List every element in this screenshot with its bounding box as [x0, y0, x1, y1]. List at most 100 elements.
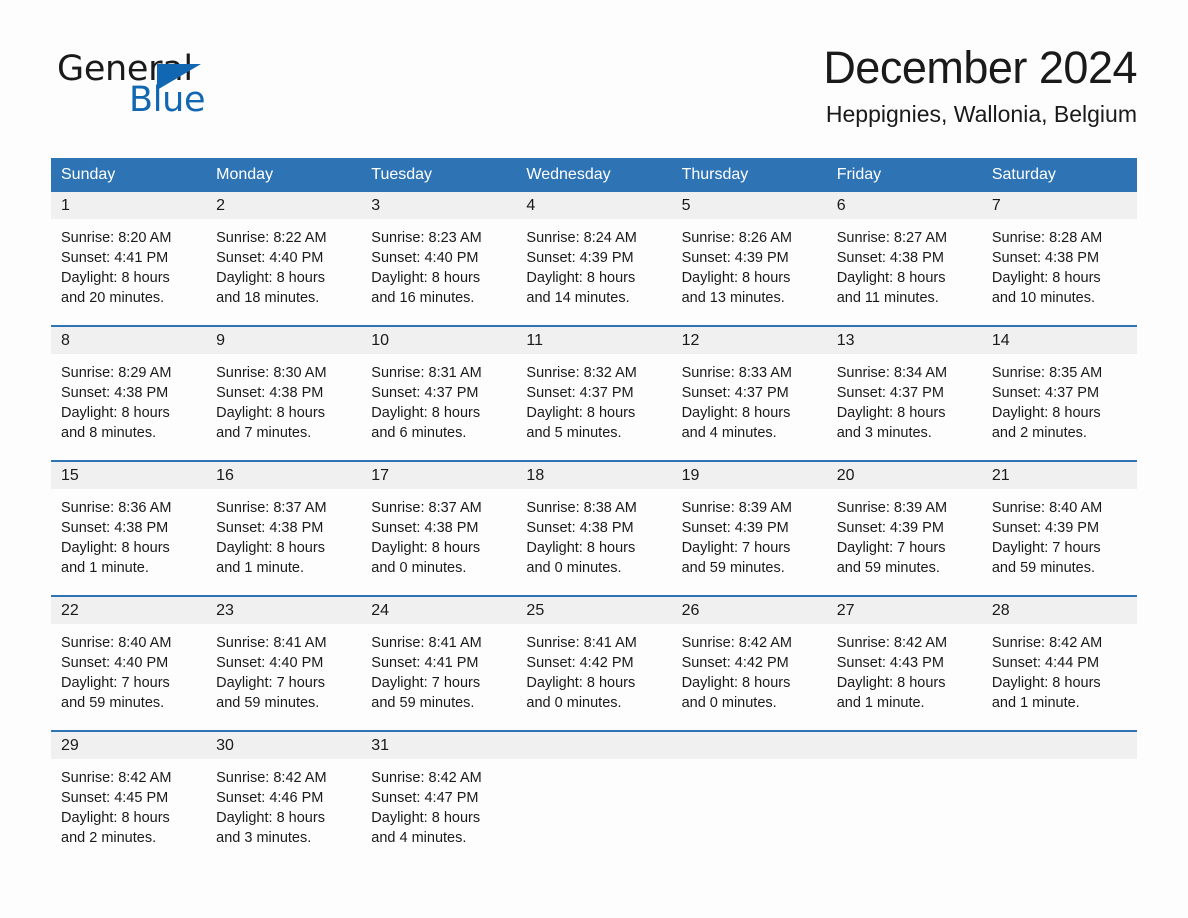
day-details: Sunrise: 8:37 AM Sunset: 4:38 PM Daylight:… [361, 489, 516, 595]
daylight-text-line2: and 1 minute. [991, 695, 1080, 712]
calendar-day-cell-empty [826, 730, 982, 866]
daylight-text-line1: Daylight: 8 hours [371, 270, 481, 287]
calendar-day-cell[interactable]: 25 Sunrise: 8:41 AM Sunset: 4:42 PM Dayligh… [516, 595, 672, 732]
calendar-day-cell[interactable]: 22 Sunrise: 8:40 AM Sunset: 4:40 PM Dayligh… [51, 595, 207, 732]
daylight-text-line1: Daylight: 8 hours [61, 810, 170, 827]
calendar-day-cell[interactable]: 23 Sunrise: 8:41 AM Sunset: 4:40 PM Dayligh… [206, 595, 362, 732]
day-details: Sunrise: 8:32 AM Sunset: 4:37 PM Daylight:… [516, 354, 671, 460]
calendar-day-cell[interactable]: 20 Sunrise: 8:39 AM Sunset: 4:39 PM Dayligh… [826, 460, 982, 597]
daylight-text-line2: and 5 minutes. [526, 425, 622, 442]
sunrise-text: Sunrise: 8:20 AM [61, 230, 172, 247]
day-number: 18 [516, 462, 672, 490]
day-number [671, 732, 827, 760]
day-details: Sunrise: 8:38 AM Sunset: 4:38 PM Daylight:… [516, 489, 671, 595]
calendar-day-cell[interactable]: 13 Sunrise: 8:34 AM Sunset: 4:37 PM Dayligh… [826, 325, 982, 462]
day-details: Sunrise: 8:23 AM Sunset: 4:40 PM Daylight:… [361, 219, 516, 325]
calendar-week-row: 1 Sunrise: 8:20 AM Sunset: 4:41 PM Daylight… [51, 192, 1137, 326]
weekday-header-tuesday: Tuesday [361, 158, 517, 193]
day-number: 5 [671, 192, 827, 220]
day-details: Sunrise: 8:40 AM Sunset: 4:39 PM Daylight:… [982, 489, 1137, 595]
calendar-body: 1 Sunrise: 8:20 AM Sunset: 4:41 PM Daylight… [51, 192, 1137, 866]
day-number: 15 [51, 462, 207, 490]
sunrise-text: Sunrise: 8:41 AM [216, 635, 327, 652]
sunset-text: Sunset: 4:41 PM [371, 655, 479, 672]
calendar-day-cell[interactable]: 26 Sunrise: 8:42 AM Sunset: 4:42 PM Dayligh… [671, 595, 827, 732]
brand-name-blue: Blue [129, 80, 206, 120]
calendar-day-cell[interactable]: 21 Sunrise: 8:40 AM Sunset: 4:39 PM Dayligh… [981, 460, 1137, 597]
calendar-day-cell[interactable]: 15 Sunrise: 8:36 AM Sunset: 4:38 PM Dayligh… [51, 460, 207, 597]
calendar-day-cell[interactable]: 5 Sunrise: 8:26 AM Sunset: 4:39 PM Daylight… [671, 192, 827, 326]
page-title: December 2024 [823, 42, 1137, 93]
day-number: 21 [981, 462, 1137, 490]
sunset-text: Sunset: 4:37 PM [991, 385, 1100, 402]
day-number: 1 [51, 192, 207, 220]
daylight-text-line2: and 59 minutes. [61, 695, 165, 712]
daylight-text-line1: Daylight: 8 hours [991, 270, 1101, 287]
calendar-grid: Sunday Monday Tuesday Wednesday Thursday… [51, 158, 1137, 866]
day-details: Sunrise: 8:30 AM Sunset: 4:38 PM Daylight:… [206, 354, 361, 460]
sunrise-text: Sunrise: 8:42 AM [61, 770, 172, 787]
daylight-text-line2: and 0 minutes. [681, 695, 777, 712]
daylight-text-line2: and 2 minutes. [991, 425, 1087, 442]
daylight-text-line2: and 8 minutes. [61, 425, 157, 442]
calendar-day-cell[interactable]: 3 Sunrise: 8:23 AM Sunset: 4:40 PM Daylight… [361, 192, 517, 326]
day-details: Sunrise: 8:40 AM Sunset: 4:40 PM Daylight:… [51, 624, 206, 730]
day-number: 9 [206, 327, 362, 355]
day-details: Sunrise: 8:22 AM Sunset: 4:40 PM Daylight:… [206, 219, 361, 325]
calendar-day-cell[interactable]: 27 Sunrise: 8:42 AM Sunset: 4:43 PM Dayligh… [826, 595, 982, 732]
calendar-day-cell[interactable]: 7 Sunrise: 8:28 AM Sunset: 4:38 PM Daylight… [981, 192, 1137, 326]
calendar-day-cell[interactable]: 19 Sunrise: 8:39 AM Sunset: 4:39 PM Dayligh… [671, 460, 827, 597]
sunset-text: Sunset: 4:37 PM [836, 385, 944, 402]
day-details: Sunrise: 8:37 AM Sunset: 4:38 PM Daylight:… [206, 489, 361, 595]
daylight-text-line2: and 0 minutes. [371, 560, 467, 577]
calendar-day-cell[interactable]: 17 Sunrise: 8:37 AM Sunset: 4:38 PM Dayligh… [361, 460, 517, 597]
daylight-text-line1: Daylight: 8 hours [836, 270, 946, 287]
sunset-text: Sunset: 4:42 PM [681, 655, 789, 672]
daylight-text-line1: Daylight: 8 hours [836, 405, 946, 422]
calendar-day-cell[interactable]: 6 Sunrise: 8:27 AM Sunset: 4:38 PM Daylight… [826, 192, 982, 326]
daylight-text-line1: Daylight: 7 hours [991, 540, 1101, 557]
daylight-text-line1: Daylight: 7 hours [371, 675, 481, 692]
calendar-day-cell[interactable]: 12 Sunrise: 8:33 AM Sunset: 4:37 PM Dayligh… [671, 325, 827, 462]
calendar-day-cell[interactable]: 29 Sunrise: 8:42 AM Sunset: 4:45 PM Dayligh… [51, 730, 207, 866]
sunrise-text: Sunrise: 8:42 AM [681, 635, 792, 652]
calendar-day-cell[interactable]: 31 Sunrise: 8:42 AM Sunset: 4:47 PM Dayligh… [361, 730, 517, 866]
daylight-text-line2: and 0 minutes. [526, 695, 622, 712]
sunrise-text: Sunrise: 8:28 AM [991, 230, 1103, 247]
day-details: Sunrise: 8:24 AM Sunset: 4:39 PM Daylight:… [516, 219, 671, 325]
sunset-text: Sunset: 4:42 PM [526, 655, 634, 672]
calendar-day-cell[interactable]: 10 Sunrise: 8:31 AM Sunset: 4:37 PM Dayligh… [361, 325, 517, 462]
calendar-day-cell[interactable]: 8 Sunrise: 8:29 AM Sunset: 4:38 PM Daylight… [51, 325, 207, 462]
day-details: Sunrise: 8:34 AM Sunset: 4:37 PM Daylight:… [827, 354, 982, 460]
sunrise-text: Sunrise: 8:42 AM [836, 635, 948, 652]
calendar-day-cell[interactable]: 16 Sunrise: 8:37 AM Sunset: 4:38 PM Dayligh… [206, 460, 362, 597]
calendar-day-cell[interactable]: 18 Sunrise: 8:38 AM Sunset: 4:38 PM Dayligh… [516, 460, 672, 597]
calendar-day-cell[interactable]: 11 Sunrise: 8:32 AM Sunset: 4:37 PM Dayligh… [516, 325, 672, 462]
day-number [826, 732, 982, 760]
daylight-text-line1: Daylight: 7 hours [61, 675, 170, 692]
calendar-day-cell[interactable]: 2 Sunrise: 8:22 AM Sunset: 4:40 PM Daylight… [206, 192, 362, 326]
sunrise-text: Sunrise: 8:41 AM [526, 635, 637, 652]
calendar-header-row: Sunday Monday Tuesday Wednesday Thursday… [51, 158, 1137, 193]
calendar-day-cell[interactable]: 1 Sunrise: 8:20 AM Sunset: 4:41 PM Daylight… [51, 192, 207, 326]
general-blue-logo[interactable]: General Blue [57, 52, 357, 124]
day-number: 11 [516, 327, 672, 355]
weekday-header-saturday: Saturday [981, 158, 1137, 193]
daylight-text-line2: and 13 minutes. [681, 290, 785, 307]
sunrise-text: Sunrise: 8:41 AM [371, 635, 482, 652]
daylight-text-line2: and 59 minutes. [216, 695, 320, 712]
calendar-day-cell[interactable]: 4 Sunrise: 8:24 AM Sunset: 4:39 PM Daylight… [516, 192, 672, 326]
day-details: Sunrise: 8:35 AM Sunset: 4:37 PM Daylight:… [982, 354, 1137, 460]
calendar-day-cell[interactable]: 9 Sunrise: 8:30 AM Sunset: 4:38 PM Daylight… [206, 325, 362, 462]
calendar-day-cell[interactable]: 14 Sunrise: 8:35 AM Sunset: 4:37 PM Dayligh… [981, 325, 1137, 462]
sunrise-text: Sunrise: 8:37 AM [371, 500, 482, 517]
day-details [672, 759, 827, 865]
calendar-day-cell[interactable]: 30 Sunrise: 8:42 AM Sunset: 4:46 PM Dayligh… [206, 730, 362, 866]
sunrise-text: Sunrise: 8:29 AM [61, 365, 172, 382]
calendar-table: Sunday Monday Tuesday Wednesday Thursday… [51, 158, 1137, 866]
daylight-text-line1: Daylight: 7 hours [836, 540, 946, 557]
calendar-day-cell[interactable]: 28 Sunrise: 8:42 AM Sunset: 4:44 PM Dayligh… [981, 595, 1137, 732]
calendar-day-cell[interactable]: 24 Sunrise: 8:41 AM Sunset: 4:41 PM Dayligh… [361, 595, 517, 732]
daylight-text-line2: and 6 minutes. [371, 425, 467, 442]
daylight-text-line1: Daylight: 8 hours [61, 540, 170, 557]
